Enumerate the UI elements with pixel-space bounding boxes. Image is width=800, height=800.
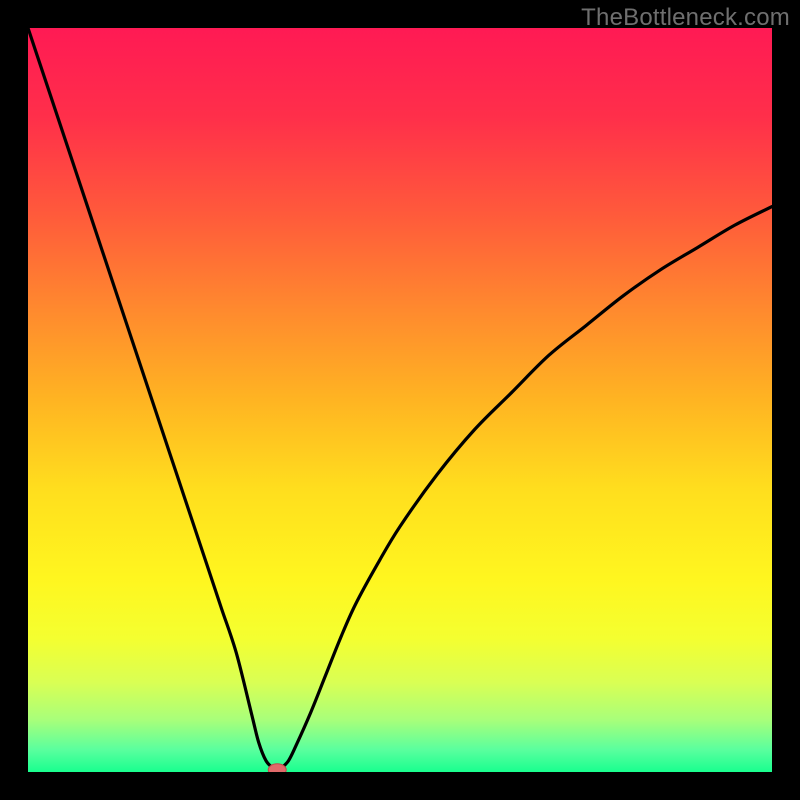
bottleneck-chart — [28, 28, 772, 772]
chart-frame — [28, 28, 772, 772]
chart-background-gradient — [28, 28, 772, 772]
optimal-point-marker — [268, 764, 286, 772]
